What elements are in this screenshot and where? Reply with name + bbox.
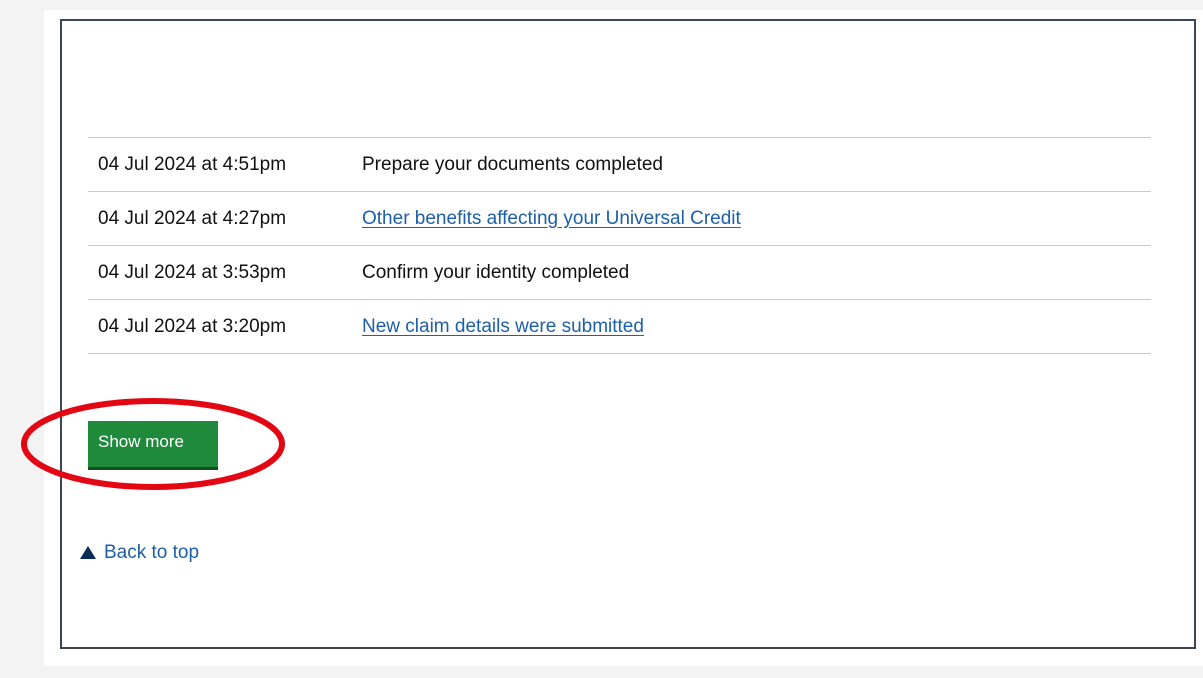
back-to-top-link[interactable]: Back to top <box>80 542 199 564</box>
triangle-up-icon <box>80 545 96 559</box>
history-row: 04 Jul 2024 at 4:51pm Prepare your docum… <box>88 138 1151 192</box>
history-date: 04 Jul 2024 at 3:53pm <box>98 261 287 283</box>
history-row: 04 Jul 2024 at 4:27pm Other benefits aff… <box>88 192 1151 246</box>
show-more-button[interactable]: Show more <box>88 421 218 470</box>
history-date: 04 Jul 2024 at 4:27pm <box>98 207 287 229</box>
history-event: Prepare your documents completed <box>362 153 663 175</box>
history-event-link[interactable]: New claim details were submitted <box>362 316 644 337</box>
history-date: 04 Jul 2024 at 4:51pm <box>98 153 287 175</box>
history-row: 04 Jul 2024 at 3:53pm Confirm your ident… <box>88 246 1151 300</box>
history-date: 04 Jul 2024 at 3:20pm <box>98 315 287 337</box>
history-event: Confirm your identity completed <box>362 261 630 283</box>
history-row: 04 Jul 2024 at 3:20pm New claim details … <box>88 300 1151 354</box>
history-event-link[interactable]: Other benefits affecting your Universal … <box>362 208 741 229</box>
back-to-top-label: Back to top <box>104 542 200 563</box>
claim-history-list: 04 Jul 2024 at 4:51pm Prepare your docum… <box>88 137 1151 354</box>
